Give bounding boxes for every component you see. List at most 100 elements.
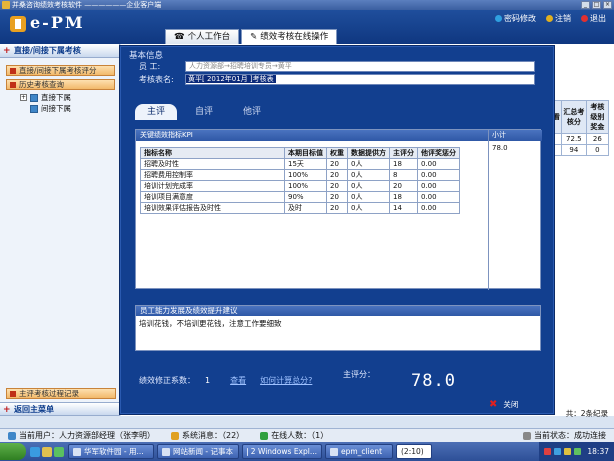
workbench-icon: ☎	[174, 32, 185, 42]
tab-online-appraisal[interactable]: ✎ 绩效考核在线操作	[241, 29, 338, 44]
plus-icon: +	[3, 46, 11, 56]
table-row[interactable]: 培训计划完成率 100% 20 0人 20 0.00	[140, 180, 460, 192]
bullet-icon	[10, 68, 16, 74]
subtotal-label: 小计	[489, 130, 542, 141]
exit-icon	[581, 15, 588, 22]
maximize-button[interactable]: □	[592, 1, 601, 9]
online-count: 在线人数：（1）	[252, 429, 336, 442]
media-icon[interactable]	[54, 446, 64, 457]
close-window-button[interactable]: ×	[603, 1, 612, 9]
logout-link[interactable]: 注销	[546, 13, 571, 24]
key-icon	[495, 15, 502, 22]
folder-icon	[30, 104, 38, 113]
app-header: e-PM 密码修改 注销 退出 ☎ 个人工作台 ✎ 绩效考核在线操作	[0, 10, 614, 44]
bullet-icon	[10, 82, 16, 88]
nav-history-query[interactable]: 历史考核查询	[6, 79, 115, 90]
table-row[interactable]: 72.5 26	[551, 133, 610, 145]
task-item[interactable]: 华军软件园 - 用...	[68, 444, 154, 459]
view-link[interactable]: 查看	[230, 375, 246, 386]
task-item[interactable]: 2 Windows Expl...	[242, 444, 322, 459]
epm-icon	[330, 447, 338, 456]
nav-appraisal-log[interactable]: 主评考核过程记录	[6, 388, 116, 399]
tab-peer-review[interactable]: 他评	[231, 104, 273, 120]
how-calculate-link[interactable]: 如何计算总分?	[260, 375, 312, 386]
form-name-field: 黄平[ 2012年01月 ]考核表	[185, 74, 535, 85]
nav-section-subordinates[interactable]: + 直接/间接下属考核	[0, 44, 119, 58]
pencil-icon: ✎	[250, 32, 258, 42]
task-item[interactable]: (2:10)	[396, 444, 432, 459]
tray-icon[interactable]	[544, 448, 552, 455]
table-row[interactable]: 招聘及时性 15天 20 0人 18 0.00	[140, 158, 460, 170]
explorer-icon	[247, 447, 248, 456]
folder-icon	[30, 93, 38, 102]
tab-main-review[interactable]: 主评	[135, 104, 178, 120]
score-input[interactable]: 14	[389, 202, 418, 214]
form-name-label: 考核表名:	[139, 75, 174, 84]
main-score-label: 主评分：	[343, 370, 375, 379]
connection-state: 当前状态：成功连接	[515, 429, 614, 442]
system-messages[interactable]: 系统消息：（22）	[163, 429, 252, 442]
main-score-value: 78.0	[411, 371, 456, 391]
current-user: 当前用户：人力资源部经理（张李明）	[0, 429, 163, 442]
development-title: 员工能力发展及绩效提升建议	[136, 306, 540, 316]
table-row[interactable]: 培训效果评估报告及时性 及时 20 0人 14 0.00	[140, 202, 460, 214]
close-dialog-button[interactable]: ✖ 关闭	[489, 399, 518, 410]
tab-personal-workbench[interactable]: ☎ 个人工作台	[165, 29, 240, 44]
desktop-icon[interactable]	[42, 446, 52, 457]
exit-link[interactable]: 退出	[581, 13, 606, 24]
score-input[interactable]: 18	[389, 158, 418, 170]
col-indicator: 指标名称	[140, 147, 285, 159]
app-icon	[2, 1, 10, 9]
system-tray: 18:37	[539, 442, 614, 461]
col-peer-bonus: 他评奖惩分	[417, 147, 460, 159]
kpi-panel: 关键绩效指标KPI 小计 78.0 指标名称 本期目标值 权重 数据提供方 主评…	[135, 129, 542, 290]
tray-icon[interactable]	[574, 448, 582, 455]
table-row[interactable]: 招聘费用控制率 100% 20 0人 8 0.00	[140, 169, 460, 181]
coefficient-value: 1	[205, 376, 211, 385]
tree-item-direct[interactable]: + 直接下属	[20, 92, 119, 103]
col-bonus-level: 考核级别奖金	[585, 100, 610, 134]
development-panel: 员工能力发展及绩效提升建议 培训花钱，不培训更花钱，注意工作要细致	[135, 305, 541, 351]
kpi-subtotal: 小计 78.0	[488, 130, 542, 290]
coefficient-label: 绩效修正系数：	[139, 376, 195, 385]
start-button[interactable]	[0, 443, 26, 460]
change-password-link[interactable]: 密码修改	[495, 13, 536, 24]
close-icon: ✖	[489, 399, 498, 410]
status-bar: 当前用户：人力资源部经理（张李明） 系统消息：（22） 在线人数：（1） 当前状…	[0, 428, 614, 442]
score-input[interactable]: 18	[389, 191, 418, 203]
kpi-table: 指标名称 本期目标值 权重 数据提供方 主评分 他评奖惩分 招聘及时性 15天 20…	[140, 147, 460, 214]
bullet-icon	[10, 391, 16, 397]
cell-total: 94	[561, 144, 587, 156]
plus-icon: +	[3, 405, 11, 415]
score-input[interactable]: 8	[389, 169, 418, 181]
left-nav: + 直接/间接下属考核 直接/间接下属考核评分 历史考核查询 + 直接下属 间接下属…	[0, 44, 120, 416]
user-icon	[8, 431, 16, 440]
tab-self-review[interactable]: 自评	[183, 104, 225, 120]
minimize-button[interactable]: _	[581, 1, 590, 9]
employee-label: 员 工:	[139, 62, 161, 71]
app-icon	[73, 447, 81, 456]
table-row[interactable]: 培训项目满意度 90% 20 0人 18 0.00	[140, 191, 460, 203]
subtotal-value: 78.0	[492, 144, 508, 152]
score-input[interactable]: 20	[389, 180, 418, 192]
ie-icon[interactable]	[30, 446, 40, 457]
task-item[interactable]: 网站新闻 - 记事本	[157, 444, 239, 459]
development-textarea[interactable]: 培训花钱，不培训更花钱，注意工作要细致	[136, 316, 540, 331]
tray-icon[interactable]	[554, 448, 562, 455]
speaker-icon	[171, 431, 179, 440]
window-title: 并桑咨询绩效考核软件 ——————企业客户端	[12, 1, 162, 9]
tray-icon[interactable]	[564, 448, 572, 455]
cell-bonus: 26	[585, 133, 610, 145]
background-results-table: 看 汇总考核分 考核级别奖金 72.5 26 94 0	[551, 100, 610, 156]
table-row[interactable]: 94 0	[551, 144, 610, 156]
task-item[interactable]: epm_client	[325, 444, 393, 459]
back-to-main-menu[interactable]: + 返回主菜单	[0, 402, 120, 416]
expand-icon[interactable]: +	[20, 94, 27, 101]
tree-item-indirect[interactable]: 间接下属	[30, 103, 119, 114]
kpi-title: 关键绩效指标KPI	[136, 130, 540, 141]
notepad-icon	[162, 447, 170, 456]
nav-subordinate-scoring[interactable]: 直接/间接下属考核评分	[6, 65, 115, 76]
col-main-score: 主评分	[389, 147, 418, 159]
col-target: 本期目标值	[284, 147, 327, 159]
clock[interactable]: 18:37	[587, 447, 609, 456]
